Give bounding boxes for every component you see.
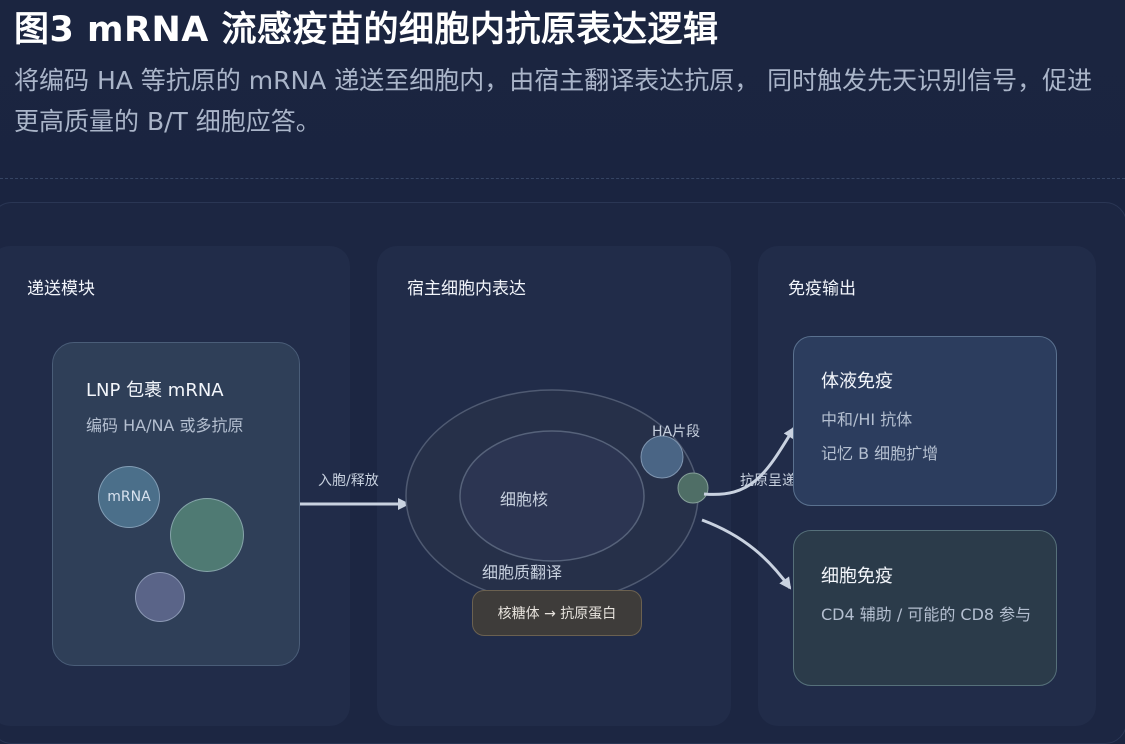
ha-fragment-green — [677, 472, 709, 504]
cytoplasm-label: 细胞质翻译 — [482, 563, 563, 582]
cellular-line-1: CD4 辅助 / 可能的 CD8 参与 — [821, 605, 1032, 624]
ha-fragment-blue — [640, 435, 684, 479]
humoral-line-1: 中和/HI 抗体 — [821, 410, 913, 429]
humoral-title: 体液免疫 — [821, 371, 893, 392]
cellular-title: 细胞免疫 — [821, 566, 893, 587]
ribosome-label: 核糖体 → 抗原蛋白 — [497, 606, 617, 622]
entry-arrow-label: 入胞/释放 — [318, 473, 379, 489]
ha-fragment-label: HA片段 — [652, 424, 701, 440]
ribosome-box: 核糖体 → 抗原蛋白 — [472, 590, 642, 636]
cellular-arrow — [701, 518, 792, 590]
humoral-line-2: 记忆 B 细胞扩增 — [821, 444, 939, 463]
presentation-arrow-label: 抗原呈递 — [740, 473, 796, 489]
nucleus-label: 细胞核 — [500, 490, 549, 509]
nucleus — [459, 430, 645, 562]
